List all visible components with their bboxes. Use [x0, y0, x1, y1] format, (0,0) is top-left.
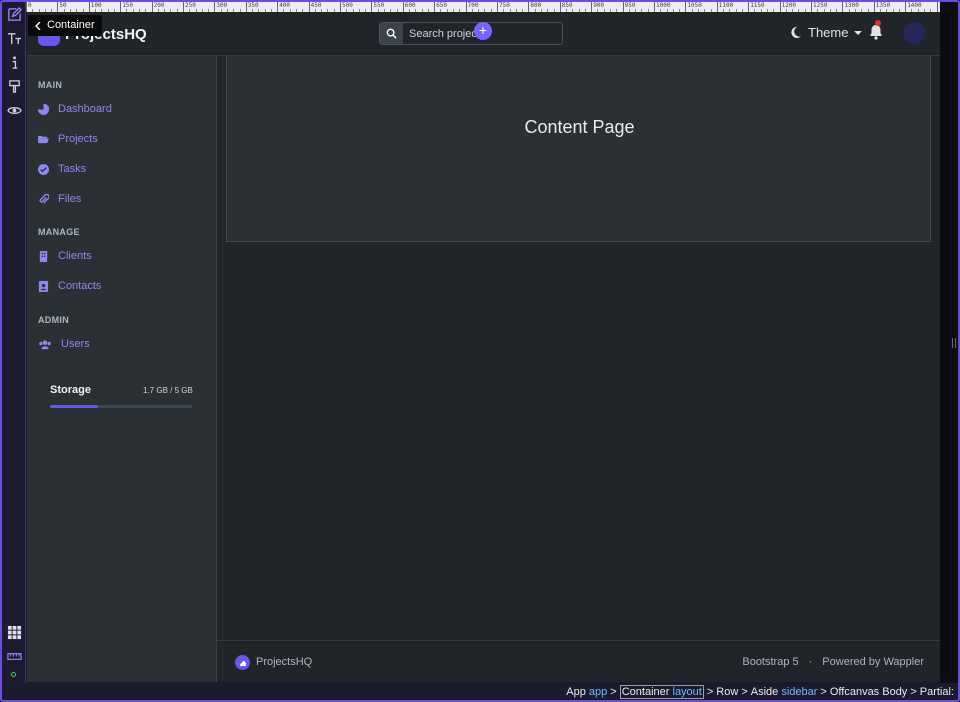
caret-down-icon	[854, 30, 863, 35]
eye-icon[interactable]	[6, 102, 23, 119]
edit-icon[interactable]	[6, 6, 23, 23]
ruler-tick: 1000	[654, 2, 670, 12]
breadcrumb-segment[interactable]: Partial:	[920, 686, 954, 698]
folder-open-icon	[38, 135, 49, 143]
selected-element-chip[interactable]: Container	[28, 15, 102, 36]
sidebar-item-clients[interactable]: Clients	[38, 246, 92, 266]
sidebar-section-main: MAIN	[38, 80, 63, 90]
breadcrumb-segment-id: app	[585, 685, 608, 698]
ruler-tick: 1100	[716, 2, 733, 12]
add-element-button[interactable]: +	[474, 22, 492, 40]
app-canvas: ProjectsHQ Container + Theme MAIN Dashbo…	[27, 12, 940, 682]
selected-element-label: Container	[47, 19, 95, 31]
breadcrumb-segment-id: sidebar	[778, 685, 818, 698]
sidebar-item-label: Projects	[58, 133, 98, 145]
sidebar-item-label: Clients	[58, 250, 92, 262]
storage-value: 1.7 GB / 5 GB	[143, 386, 193, 395]
sidebar-item-tasks[interactable]: Tasks	[38, 159, 86, 179]
theme-dropdown[interactable]: Theme	[789, 25, 863, 40]
grid-icon[interactable]	[6, 624, 23, 641]
breadcrumb-segment-label: Container	[621, 685, 670, 698]
breadcrumb-separator: >	[820, 685, 827, 698]
ruler-tick: 0	[26, 2, 32, 12]
breadcrumb-segment[interactable]: Offcanvas Body	[830, 686, 907, 698]
user-avatar[interactable]	[903, 22, 925, 44]
breadcrumb-separator: >	[910, 685, 917, 698]
footer-powered-link[interactable]: Powered by Wappler	[822, 656, 924, 668]
check-circle-icon	[38, 163, 49, 175]
element-breadcrumb-bar: App app > Container layout > Row > Aside sideb…	[0, 683, 958, 700]
ruler-tick: 1050	[685, 2, 702, 12]
sidebar-item-files[interactable]: Files	[38, 189, 81, 209]
paperclip-icon	[39, 193, 49, 204]
sidebar: MAIN Dashboard Projects Tasks Files MANA…	[27, 56, 217, 682]
panel-splitter-handle[interactable]	[952, 338, 956, 348]
footer-links: Bootstrap 5 · Powered by Wappler	[742, 656, 924, 668]
breadcrumb-segment-label: Aside	[750, 685, 779, 698]
footer-separator: ·	[808, 656, 813, 668]
content-card: Content Page	[226, 56, 931, 242]
ruler-tick: 1400	[905, 2, 922, 12]
sidebar-item-contacts[interactable]: Contacts	[38, 276, 101, 296]
storage-label: Storage	[50, 384, 91, 396]
ruler-tick: 1300	[842, 2, 859, 12]
search-group	[379, 22, 563, 45]
ruler-tick: 50	[57, 2, 67, 12]
sidebar-section-manage: MANAGE	[38, 227, 80, 237]
breadcrumb-segment-label: Row	[716, 685, 739, 698]
breadcrumb-separator: >	[610, 685, 617, 698]
breadcrumb-segment-label: App	[566, 685, 586, 698]
footer-bootstrap-link[interactable]: Bootstrap 5	[742, 656, 798, 668]
storage-progress-fill	[50, 405, 99, 408]
pie-chart-icon	[38, 103, 49, 115]
sidebar-item-label: Files	[58, 193, 82, 205]
top-navbar: ProjectsHQ Container + Theme	[27, 12, 940, 56]
bell-icon[interactable]	[869, 24, 883, 40]
ruler-tick: 1150	[748, 2, 765, 12]
ruler-tick: 1350	[873, 2, 890, 12]
breadcrumb-separator: >	[741, 685, 748, 698]
ruler-icon[interactable]	[6, 648, 23, 665]
moon-icon	[791, 26, 802, 39]
breadcrumb-segment[interactable]: Aside sidebar	[751, 686, 818, 698]
ruler-tick: 1250	[811, 2, 827, 12]
breadcrumb-segment-id: layout	[669, 685, 702, 698]
notification-dot	[875, 20, 881, 26]
footer-logo-icon	[235, 655, 250, 670]
users-icon	[39, 339, 51, 349]
sidebar-item-label: Contacts	[58, 280, 102, 292]
storage-progress-bar	[50, 405, 192, 408]
sidebar-item-projects[interactable]: Projects	[38, 129, 98, 149]
breadcrumb-segment[interactable]: App app	[566, 686, 607, 698]
horizontal-ruler: 0 50 100 150 200 250 300 350 400 450 500 550 600 650 7…	[26, 2, 940, 12]
sidebar-item-users[interactable]: Users	[38, 334, 90, 354]
sidebar-item-label: Tasks	[58, 163, 87, 175]
building-icon	[39, 250, 48, 262]
breadcrumb-separator: >	[706, 685, 714, 698]
breadcrumb-segment[interactable]: Row	[716, 686, 738, 698]
editor-toolbar	[2, 2, 26, 684]
status-indicator-icon	[11, 672, 16, 677]
search-button[interactable]	[380, 23, 403, 44]
sidebar-section-admin: ADMIN	[38, 315, 69, 325]
info-icon[interactable]	[6, 54, 23, 71]
footer-brand: ProjectsHQ	[256, 656, 313, 668]
address-book-icon	[38, 280, 49, 292]
text-icon[interactable]	[6, 30, 23, 47]
right-scroll-rail	[940, 2, 958, 684]
page-title: Content Page	[524, 117, 635, 137]
vertical-scrollbar[interactable]	[941, 12, 950, 672]
footer: ProjectsHQ Bootstrap 5 · Powered by Wapp…	[217, 640, 940, 682]
breadcrumb-segment[interactable]: Container layout	[619, 684, 704, 699]
theme-label: Theme	[808, 25, 849, 40]
search-icon	[386, 28, 397, 39]
breadcrumb-segment-label: Partial:	[919, 685, 954, 698]
chevron-left-icon	[35, 21, 41, 30]
paintbrush-icon[interactable]	[6, 78, 23, 95]
sidebar-item-dashboard[interactable]: Dashboard	[38, 99, 112, 119]
sidebar-item-label: Dashboard	[58, 103, 112, 115]
sidebar-item-label: Users	[61, 338, 90, 350]
breadcrumb-segment-label: Offcanvas Body	[829, 685, 908, 698]
ruler-tick: 1200	[779, 2, 796, 12]
